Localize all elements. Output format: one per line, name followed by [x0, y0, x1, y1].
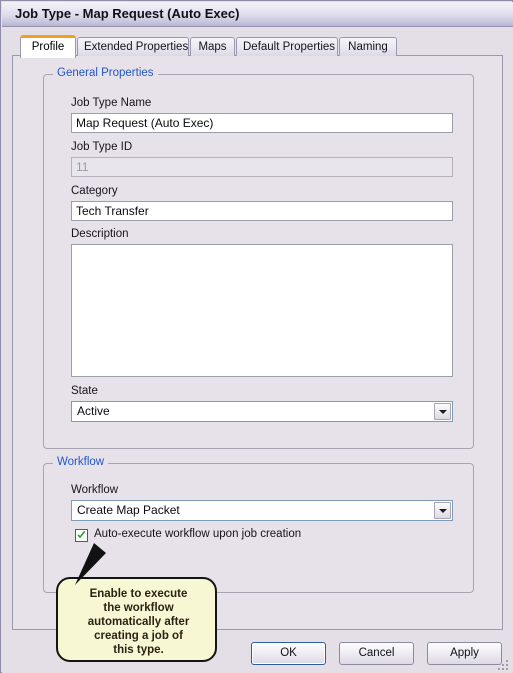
- resize-grip-icon[interactable]: [497, 657, 510, 670]
- chevron-down-icon[interactable]: [434, 403, 451, 420]
- callout-text: Enable to execute the workflow automatic…: [87, 588, 190, 656]
- chevron-down-icon[interactable]: [434, 502, 451, 519]
- group-general-properties-label: General Properties: [53, 67, 158, 79]
- workflow-combobox-value: Create Map Packet: [77, 503, 180, 517]
- tab-naming-label: Naming: [348, 41, 388, 53]
- job-type-name-input[interactable]: [71, 113, 453, 133]
- label-state: State: [71, 385, 98, 397]
- description-textarea[interactable]: [71, 244, 453, 377]
- cancel-button[interactable]: Cancel: [339, 642, 414, 665]
- title-bar[interactable]: Job Type - Map Request (Auto Exec): [2, 2, 513, 27]
- tab-naming[interactable]: Naming: [339, 37, 397, 56]
- category-input[interactable]: [71, 201, 453, 221]
- workflow-combobox[interactable]: Create Map Packet: [71, 500, 453, 521]
- tab-extended-properties-label: Extended Properties: [84, 41, 189, 53]
- tab-profile-label: Profile: [31, 41, 65, 53]
- ok-button[interactable]: OK: [251, 642, 326, 665]
- label-category: Category: [71, 185, 118, 197]
- tab-default-properties[interactable]: Default Properties: [236, 37, 338, 56]
- label-workflow: Workflow: [71, 484, 119, 496]
- callout-pointer-icon: [75, 543, 106, 585]
- tab-maps-label: Maps: [198, 41, 227, 53]
- state-combobox[interactable]: Active: [71, 401, 453, 422]
- label-job-type-id: Job Type ID: [71, 141, 133, 153]
- tab-profile[interactable]: Profile: [20, 35, 76, 58]
- window-title: Job Type - Map Request (Auto Exec): [15, 6, 240, 21]
- label-job-type-name: Job Type Name: [71, 97, 152, 109]
- apply-button[interactable]: Apply: [427, 642, 502, 665]
- tab-maps[interactable]: Maps: [190, 37, 235, 56]
- dialog-window: Job Type - Map Request (Auto Exec) Gener…: [0, 0, 513, 673]
- group-workflow-label: Workflow: [53, 456, 109, 468]
- job-type-id-input: [71, 157, 453, 177]
- callout-annotation: Enable to execute the workflow automatic…: [56, 543, 217, 662]
- tab-default-properties-label: Default Properties: [243, 41, 336, 53]
- tab-strip: Profile Extended Properties Maps Default…: [12, 35, 503, 58]
- tab-extended-properties[interactable]: Extended Properties: [77, 37, 189, 56]
- state-combobox-value: Active: [77, 404, 110, 418]
- label-description: Description: [71, 228, 129, 240]
